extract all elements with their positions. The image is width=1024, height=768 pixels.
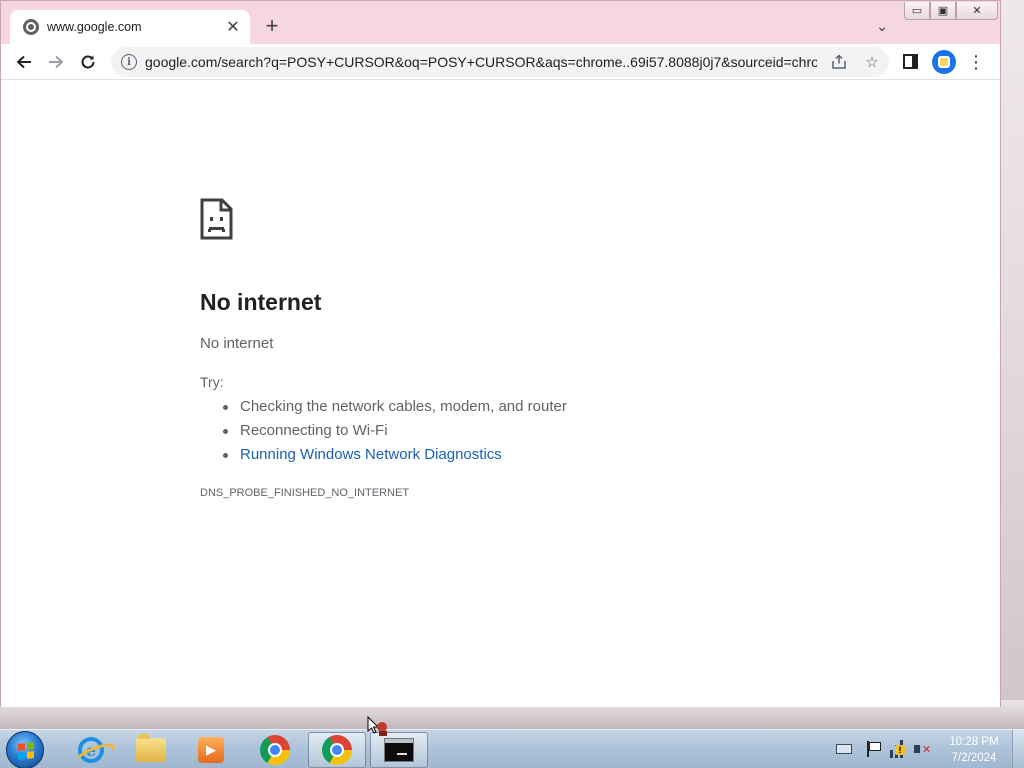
share-icon[interactable] — [829, 52, 849, 72]
browser-toolbar: i google.com/search?q=POSY+CURSOR&oq=POS… — [1, 44, 1000, 80]
command-prompt-icon — [384, 738, 414, 762]
taskbar-chrome[interactable] — [246, 732, 304, 768]
network-diagnostics-link[interactable]: Running Windows Network Diagnostics — [220, 445, 567, 469]
minimize-button[interactable]: ▭ — [904, 2, 930, 20]
new-tab-button[interactable]: + — [261, 15, 283, 37]
chrome-icon — [322, 735, 352, 765]
globe-icon — [23, 19, 39, 35]
more-menu-icon[interactable]: ⋮ — [967, 50, 985, 74]
error-subtitle: No internet — [200, 335, 274, 352]
chrome-window: www.google.com ✕ + ⌄ ▭ ▣ ✕ i google.com/… — [0, 0, 1001, 707]
error-page: No internet No internet Try: Checking th… — [1, 81, 1000, 707]
maximize-button[interactable]: ▣ — [930, 2, 956, 20]
try-label: Try: — [200, 374, 224, 390]
url-text[interactable]: google.com/search?q=POSY+CURSOR&oq=POSY+… — [145, 54, 817, 70]
start-button[interactable] — [6, 731, 44, 768]
error-title: No internet — [200, 289, 322, 315]
suggestion-list: Checking the network cables, modem, and … — [220, 397, 567, 469]
error-code: DNS_PROBE_FINISHED_NO_INTERNET — [200, 487, 410, 499]
address-bar[interactable]: i google.com/search?q=POSY+CURSOR&oq=POS… — [111, 47, 889, 77]
sad-document-icon — [200, 198, 233, 240]
action-center-flag-icon[interactable] — [866, 741, 881, 757]
desktop-background — [1000, 0, 1024, 730]
volume-muted-icon[interactable] — [914, 741, 932, 757]
tab-strip: www.google.com ✕ + ⌄ ▭ ▣ ✕ — [1, 1, 1000, 44]
reload-icon[interactable] — [76, 50, 100, 74]
internet-explorer-icon: e — [78, 737, 104, 763]
clock-time: 10:28 PM — [949, 736, 999, 748]
tab-close-icon[interactable]: ✕ — [224, 18, 242, 36]
taskbar-file-explorer[interactable] — [122, 732, 180, 768]
taskbar-chrome-active[interactable] — [308, 732, 366, 768]
info-icon[interactable]: i — [121, 54, 137, 70]
forward-arrow-icon[interactable] — [44, 50, 68, 74]
side-panel-icon[interactable] — [903, 54, 918, 69]
clock-date: 7/2/2024 — [951, 752, 997, 764]
tab-google[interactable]: www.google.com ✕ — [10, 10, 250, 44]
suggestion-item: Reconnecting to Wi-Fi — [220, 421, 567, 445]
suggestion-item: Checking the network cables, modem, and … — [220, 397, 567, 421]
show-desktop-button[interactable] — [1012, 730, 1024, 768]
media-player-icon: ▶ — [198, 737, 224, 763]
taskbar-internet-explorer[interactable]: e — [62, 732, 120, 768]
taskbar-media-player[interactable]: ▶ — [182, 732, 240, 768]
profile-avatar-icon[interactable] — [932, 50, 956, 74]
taskbar: e ▶ 10:28 PM 7/2/2024 — [0, 729, 1024, 768]
tab-search-chevron-icon[interactable]: ⌄ — [873, 17, 891, 35]
tab-title: www.google.com — [47, 20, 142, 34]
back-arrow-icon[interactable] — [12, 50, 36, 74]
chrome-icon — [260, 735, 290, 765]
bookmark-star-icon[interactable]: ☆ — [862, 52, 882, 72]
close-window-button[interactable]: ✕ — [956, 2, 998, 20]
system-clock[interactable]: 10:28 PM 7/2/2024 — [944, 734, 1004, 766]
keyboard-icon[interactable] — [836, 744, 852, 754]
folder-icon — [136, 734, 166, 762]
mouse-cursor-icon — [367, 716, 387, 736]
network-warning-icon[interactable] — [890, 740, 908, 758]
